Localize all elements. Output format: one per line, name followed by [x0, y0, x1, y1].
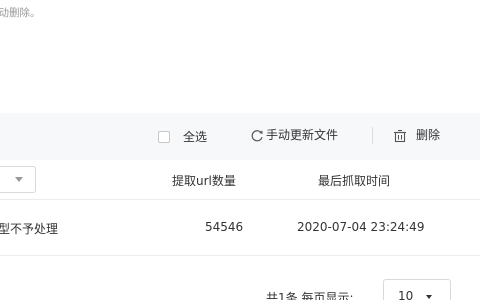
chevron-down-icon	[15, 177, 23, 182]
refresh-files-label: 手动更新文件	[266, 128, 339, 142]
table-row: 类型不予处理 54546 2020-07-04 23:24:49	[0, 200, 480, 256]
cell-last-crawl-time: 2020-07-04 23:24:49	[297, 220, 425, 234]
notice-text: 主动删除。	[0, 7, 41, 19]
column-header-url-count: 提取url数量	[172, 174, 236, 188]
page-size-value: 10	[398, 289, 414, 300]
checkbox-box[interactable]	[158, 130, 170, 143]
page-size-select[interactable]: 10	[383, 279, 451, 300]
toolbar-divider	[372, 127, 373, 144]
refresh-files-button[interactable]: 手动更新文件	[250, 126, 338, 143]
select-all-label: 全选	[183, 130, 208, 144]
pagination: 共1条 每页显示: 10	[0, 278, 480, 300]
refresh-icon	[250, 128, 264, 142]
column-header-last-crawl-time: 最后抓取时间	[318, 174, 391, 188]
type-filter-select[interactable]	[0, 166, 36, 193]
chevron-down-icon	[426, 295, 432, 299]
cell-url-count: 54546	[205, 220, 244, 234]
trash-icon	[393, 128, 407, 142]
delete-button[interactable]: 删除	[393, 126, 440, 143]
table-header: 提取url数量 最后抓取时间	[0, 160, 480, 200]
delete-label: 删除	[416, 128, 441, 142]
pagination-summary: 共1条 每页显示:	[266, 291, 354, 300]
cell-description: 类型不予处理	[0, 222, 59, 236]
select-all-checkbox[interactable]: 全选	[158, 128, 207, 145]
table-toolbar: 全选 手动更新文件 删除	[0, 113, 480, 160]
